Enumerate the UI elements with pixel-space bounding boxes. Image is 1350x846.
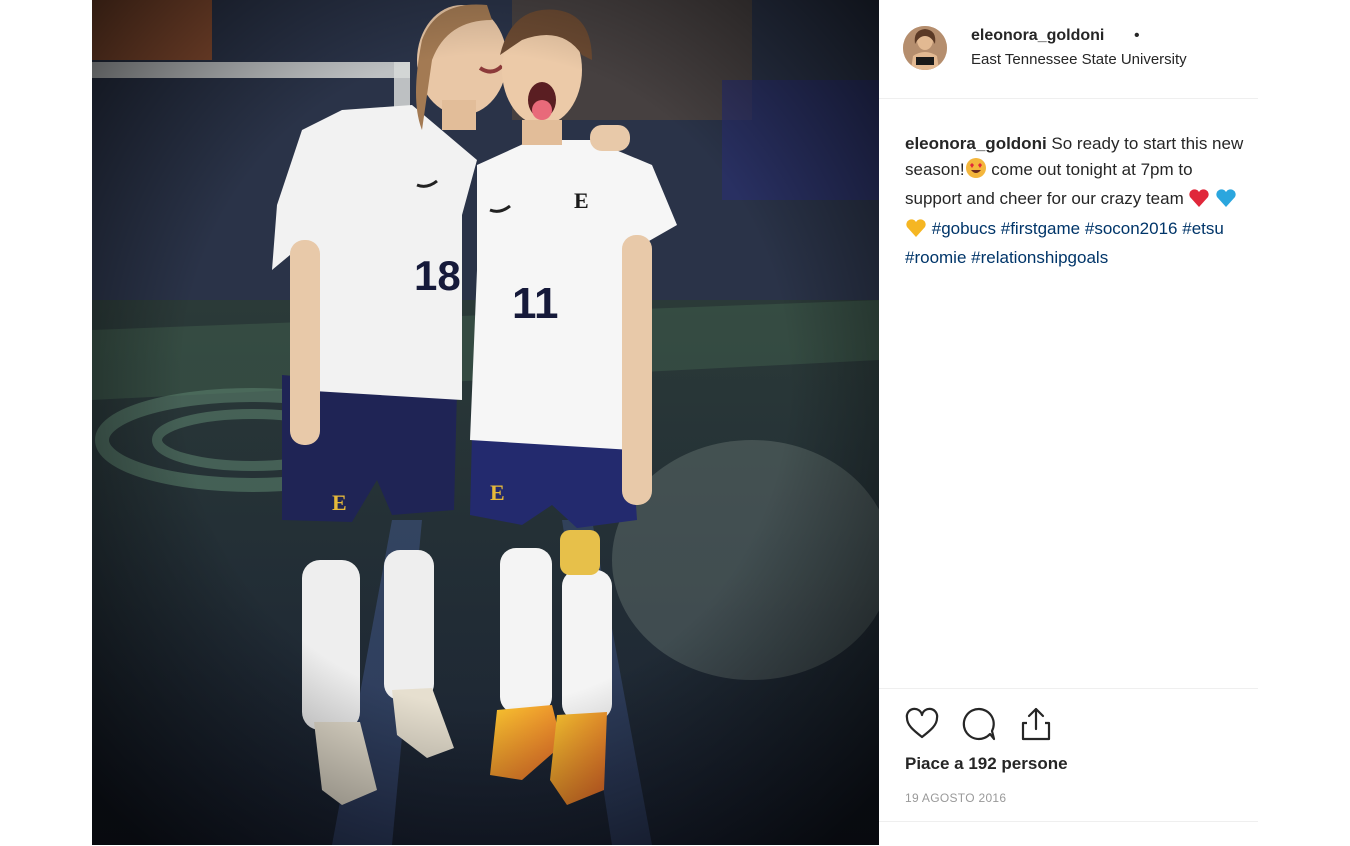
hashtag-relationshipgoals[interactable]: #relationshipgoals — [971, 248, 1108, 267]
post-header: eleonora_goldoni • East Tennessee State … — [879, 0, 1258, 99]
like-button[interactable] — [903, 705, 941, 743]
share-button[interactable] — [1017, 705, 1055, 743]
username-separator: • — [1134, 27, 1140, 44]
hashtag-etsu[interactable]: #etsu — [1182, 219, 1224, 238]
yellow-heart-emoji-icon — [905, 218, 927, 246]
hashtag-gobucs[interactable]: #gobucs — [932, 219, 996, 238]
post-side-panel: eleonora_goldoni • East Tennessee State … — [879, 0, 1258, 845]
caption-username-link[interactable]: eleonora_goldoni — [905, 134, 1047, 153]
username-link[interactable]: eleonora_goldoni — [971, 27, 1104, 45]
red-heart-emoji-icon — [1188, 188, 1210, 216]
photo-illustration: E 18 E E 11 — [92, 0, 879, 845]
location-link[interactable]: East Tennessee State University — [971, 51, 1187, 68]
hashtag-firstgame[interactable]: #firstgame — [1001, 219, 1080, 238]
post-actions: Piace a 192 persone 19 AGOSTO 2016 — [879, 688, 1258, 846]
hashtag-roomie[interactable]: #roomie — [905, 248, 966, 267]
post-photo[interactable]: E 18 E E 11 — [92, 0, 879, 845]
heart-icon — [905, 707, 939, 739]
post-caption: eleonora_goldoni So ready to start this … — [905, 131, 1245, 271]
avatar[interactable] — [903, 26, 947, 70]
post-date: 19 AGOSTO 2016 — [905, 791, 1007, 805]
likes-count[interactable]: Piace a 192 persone — [905, 754, 1068, 774]
comment-icon — [962, 707, 996, 741]
share-icon — [1021, 707, 1051, 741]
heart-eyes-emoji-icon — [965, 157, 987, 187]
hashtag-socon2016[interactable]: #socon2016 — [1085, 219, 1178, 238]
comment-button[interactable] — [960, 705, 998, 743]
divider — [879, 821, 1258, 822]
blue-heart-emoji-icon — [1215, 188, 1237, 216]
avatar-image — [903, 26, 947, 70]
